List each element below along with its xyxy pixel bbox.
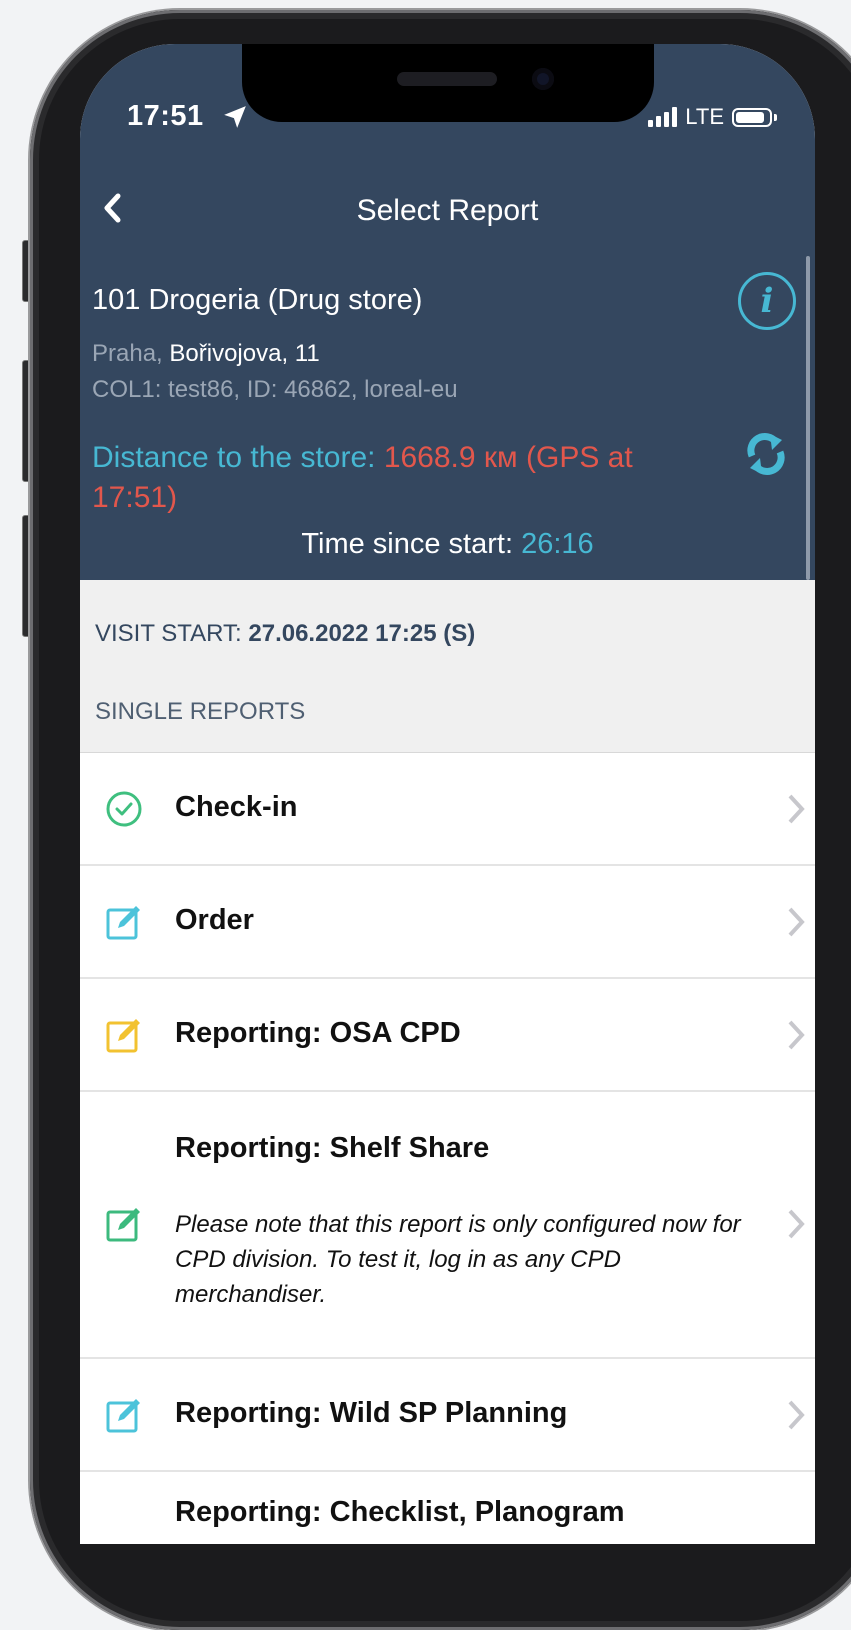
distance-label: Distance to the store: [92,441,384,474]
report-row-osa-cpd[interactable]: Reporting: OSA CPD [80,979,815,1092]
refresh-icon[interactable] [744,430,788,478]
time-since-start: Time since start: 26:16 [80,528,815,561]
time-since-value: 26:16 [521,528,594,560]
report-row-order[interactable]: Order [80,866,815,979]
speaker [397,72,497,86]
report-row-checklist-planogram[interactable]: Reporting: Checklist, Planogram [80,1472,815,1544]
store-street: Bořivojova, 11 [169,340,320,367]
visit-start-label: VISIT START: [95,620,249,647]
scrollbar[interactable] [806,256,810,580]
chevron-right-icon [788,794,805,824]
chevron-right-icon [788,907,805,937]
time-since-label: Time since start: [301,528,522,560]
battery-tip [774,113,777,121]
store-city: Praha, [92,340,163,367]
report-label: Reporting: Wild SP Planning [175,1397,568,1429]
reports-section-header: VISIT START: 27.06.2022 17:25 (S) SINGLE… [80,580,815,753]
network-type: LTE [685,104,724,129]
edit-icon [106,1399,140,1433]
report-note: Please note that this report is only con… [175,1211,741,1308]
store-name: 101 Drogeria (Drug store) [92,284,423,316]
info-icon[interactable]: i [738,272,796,330]
report-row-wild-sp-planning[interactable]: Reporting: Wild SP Planning [80,1359,815,1472]
report-label: Check-in [175,791,298,823]
store-header: 17:51 LTE Select Report 101 Drogeria (Dr… [80,44,815,580]
report-label: Reporting: Checklist, Planogram [175,1496,625,1528]
check-circle-icon [106,791,142,827]
notch [242,44,654,122]
camera [532,68,554,90]
status-indicators: LTE [648,104,777,130]
distance-text: Distance to the store: 1668.9 км (GPS at… [92,438,692,518]
status-time: 17:51 [127,100,204,132]
battery-icon [732,107,772,127]
report-list: Check-in Order Reporting: OSA CPD Report… [80,753,815,1544]
chevron-right-icon [788,1400,805,1430]
report-label: Reporting: Shelf Share [175,1132,490,1164]
chevron-right-icon [788,1209,805,1239]
report-row-check-in[interactable]: Check-in [80,753,815,866]
page-title: Select Report [356,194,539,227]
chevron-right-icon [788,1020,805,1050]
phone-screen: 17:51 LTE Select Report 101 Drogeria (Dr… [80,44,815,1544]
store-address: Praha, Bořivojova, 11 [92,340,320,368]
store-details: COL1: test86, ID: 46862, loreal-eu [92,376,458,403]
visit-start-value: 27.06.2022 17:25 (S) [248,620,476,647]
location-arrow-icon [224,106,246,128]
edit-icon [106,1019,140,1053]
visit-start: VISIT START: 27.06.2022 17:25 (S) [95,620,475,648]
report-label: Order [175,904,254,936]
report-row-shelf-share[interactable]: Reporting: Shelf Share Please note that … [80,1092,815,1359]
report-label: Reporting: OSA CPD [175,1017,461,1049]
edit-icon [106,906,140,940]
edit-icon [106,1208,140,1242]
section-title: SINGLE REPORTS [95,698,306,725]
signal-icon [648,107,678,127]
